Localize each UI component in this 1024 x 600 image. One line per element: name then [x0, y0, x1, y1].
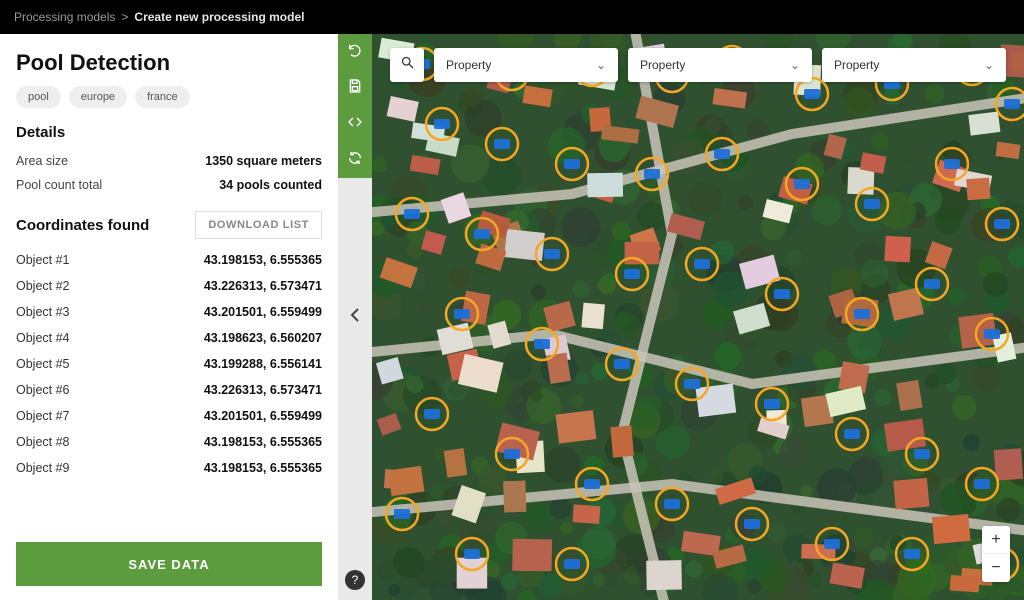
- coordinate-row: Object #8 43.198153, 6.555365: [16, 429, 322, 455]
- help-button[interactable]: ?: [345, 570, 365, 590]
- zoom-out-button[interactable]: −: [982, 554, 1010, 582]
- detail-label: Area size: [16, 154, 68, 168]
- breadcrumb-current: Create new processing model: [134, 10, 304, 24]
- collapse-panel-button[interactable]: [338, 299, 372, 335]
- tool-strip: ?: [338, 34, 372, 600]
- detail-label: Pool count total: [16, 178, 102, 192]
- object-label: Object #9: [16, 461, 70, 475]
- coordinate-row: Object #7 43.201501, 6.559499: [16, 403, 322, 429]
- sync-button[interactable]: [338, 142, 372, 178]
- object-coords: 43.226313, 6.573471: [204, 383, 322, 397]
- coordinate-row: Object #3 43.201501, 6.559499: [16, 299, 322, 325]
- coordinate-row: Object #5 43.199288, 6.556141: [16, 351, 322, 377]
- save-data-button[interactable]: SAVE DATA: [16, 542, 322, 586]
- chevron-down-icon: ⌄: [596, 58, 606, 72]
- detail-row-area-size: Area size 1350 square meters: [16, 149, 322, 173]
- coordinate-row: Object #4 43.198623, 6.560207: [16, 325, 322, 351]
- dropdown-label: Property: [446, 58, 491, 72]
- coordinate-row: Object #2 43.226313, 6.573471: [16, 273, 322, 299]
- code-button[interactable]: [338, 106, 372, 142]
- zoom-in-button[interactable]: +: [982, 526, 1010, 554]
- detail-value: 34 pools counted: [219, 178, 322, 192]
- zoom-control: + −: [982, 526, 1010, 582]
- code-icon: [347, 114, 363, 135]
- undo-icon: [347, 42, 363, 63]
- save-icon: [347, 78, 363, 99]
- save-button[interactable]: [338, 70, 372, 106]
- object-label: Object #6: [16, 383, 70, 397]
- map-viewport[interactable]: Property ⌄ Property ⌄ Property ⌄ + −: [372, 34, 1024, 600]
- download-list-button[interactable]: DOWNLOAD LIST: [195, 211, 322, 239]
- object-coords: 43.198153, 6.555365: [204, 461, 322, 475]
- object-coords: 43.201501, 6.559499: [204, 305, 322, 319]
- tag[interactable]: europe: [69, 86, 127, 108]
- object-coords: 43.198623, 6.560207: [204, 331, 322, 345]
- breadcrumb-separator: >: [121, 10, 128, 24]
- details-panel: Pool Detection pool europe france Detail…: [0, 34, 338, 600]
- tag-list: pool europe france: [16, 86, 322, 108]
- object-coords: 43.198153, 6.555365: [204, 253, 322, 267]
- tag[interactable]: pool: [16, 86, 61, 108]
- dropdown-label: Property: [834, 58, 879, 72]
- search-icon: [400, 55, 415, 75]
- breadcrumb-parent[interactable]: Processing models: [14, 10, 115, 24]
- object-label: Object #1: [16, 253, 70, 267]
- object-label: Object #5: [16, 357, 70, 371]
- detail-row-pool-count: Pool count total 34 pools counted: [16, 173, 322, 197]
- object-coords: 43.199288, 6.556141: [204, 357, 322, 371]
- object-label: Object #4: [16, 331, 70, 345]
- object-label: Object #8: [16, 435, 70, 449]
- help-icon: ?: [352, 573, 359, 587]
- detail-value: 1350 square meters: [205, 154, 322, 168]
- coordinate-row: Object #1 43.198153, 6.555365: [16, 247, 322, 273]
- property-dropdown-1[interactable]: Property ⌄: [434, 48, 618, 82]
- coordinate-row: Object #6 43.226313, 6.573471: [16, 377, 322, 403]
- property-dropdown-2[interactable]: Property ⌄: [628, 48, 812, 82]
- details-heading: Details: [16, 124, 322, 141]
- sync-icon: [347, 150, 363, 171]
- map-search-button[interactable]: [390, 48, 424, 82]
- property-dropdown-3[interactable]: Property ⌄: [822, 48, 1006, 82]
- object-coords: 43.201501, 6.559499: [204, 409, 322, 423]
- object-coords: 43.198153, 6.555365: [204, 435, 322, 449]
- chevron-down-icon: ⌄: [984, 58, 994, 72]
- map-filter-bar: Property ⌄ Property ⌄ Property ⌄: [390, 48, 1006, 82]
- aerial-imagery: [372, 34, 1024, 600]
- undo-button[interactable]: [338, 34, 372, 70]
- chevron-left-icon: [350, 308, 360, 327]
- object-label: Object #2: [16, 279, 70, 293]
- object-coords: 43.226313, 6.573471: [204, 279, 322, 293]
- coordinate-row: Object #9 43.198153, 6.555365: [16, 455, 322, 481]
- object-label: Object #3: [16, 305, 70, 319]
- page-title: Pool Detection: [16, 50, 322, 76]
- chevron-down-icon: ⌄: [790, 58, 800, 72]
- tag[interactable]: france: [135, 86, 190, 108]
- coordinates-list: Object #1 43.198153, 6.555365 Object #2 43.…: [16, 247, 322, 532]
- breadcrumb: Processing models > Create new processin…: [0, 0, 1024, 34]
- dropdown-label: Property: [640, 58, 685, 72]
- object-label: Object #7: [16, 409, 70, 423]
- coords-heading: Coordinates found: [16, 217, 149, 234]
